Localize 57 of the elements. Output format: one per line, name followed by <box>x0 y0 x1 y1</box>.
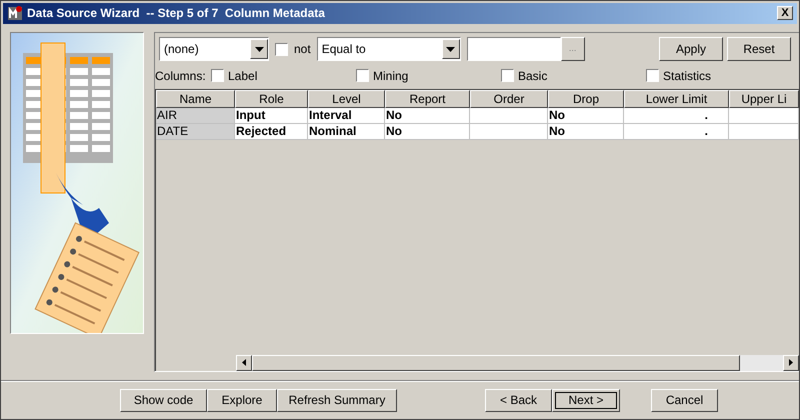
window-title: Data Source Wizard -- Step 5 of 7 Column Metadata <box>27 5 325 22</box>
table-cell: Nominal <box>308 124 385 140</box>
left-arrow-icon <box>242 359 246 366</box>
checkbox[interactable] <box>501 69 514 82</box>
action-button[interactable]: Reset <box>727 37 791 62</box>
table-cell: Rejected <box>235 124 308 140</box>
footer-button[interactable]: Refresh Summary <box>277 388 397 412</box>
table-cell <box>729 108 799 124</box>
scroll-right-button[interactable] <box>783 354 799 371</box>
option-label: Statistics <box>663 68 712 85</box>
operator-select[interactable]: Equal to <box>316 37 461 62</box>
not-label: not <box>294 41 311 58</box>
table-cell: . <box>624 124 729 140</box>
value-field[interactable] <box>466 37 561 62</box>
column-header[interactable]: Upper Li <box>729 90 799 108</box>
right-arrow-icon <box>789 359 793 366</box>
scroll-left-button[interactable] <box>236 354 252 371</box>
column-header[interactable]: Report <box>385 90 470 108</box>
table-cell <box>729 124 799 140</box>
checkbox[interactable] <box>275 42 288 56</box>
footer-button[interactable]: Show code <box>120 388 207 412</box>
columns-label: Columns: <box>155 68 207 85</box>
option-label: Label <box>228 68 258 85</box>
dropdown-button[interactable] <box>442 39 460 60</box>
footer-button[interactable]: < Back <box>485 388 552 412</box>
column-header[interactable]: Role <box>235 90 308 108</box>
table-cell: No <box>385 108 470 124</box>
column-select[interactable]: (none) <box>159 37 269 62</box>
app-icon <box>7 5 23 22</box>
footer-button[interactable]: Next > <box>552 388 620 412</box>
column-header[interactable]: Name <box>156 90 235 108</box>
column-header[interactable]: Order <box>470 90 548 108</box>
select-value: (none) <box>164 41 200 58</box>
footer-button[interactable]: Cancel <box>651 388 718 412</box>
table-cell: No <box>385 124 470 140</box>
caret-icon <box>254 46 264 52</box>
checkbox[interactable] <box>646 69 659 82</box>
checkbox[interactable] <box>356 69 369 82</box>
table-cell: AIR <box>156 108 235 124</box>
table-cell: No <box>548 124 624 140</box>
table-cell: Interval <box>308 108 385 124</box>
close-button[interactable]: X <box>777 6 793 20</box>
column-header[interactable]: Level <box>308 90 385 108</box>
option-label: Mining <box>373 68 408 85</box>
footer-button[interactable]: Explore <box>207 388 277 412</box>
table-cell: No <box>548 108 624 124</box>
checkbox[interactable] <box>211 69 224 82</box>
column-header[interactable]: Drop <box>548 90 624 108</box>
dropdown-button[interactable] <box>250 39 268 60</box>
select-value: Equal to <box>322 41 367 58</box>
action-button[interactable]: Apply <box>659 37 723 62</box>
table-cell: DATE <box>156 124 235 140</box>
table-cell: Input <box>235 108 308 124</box>
option-label: Basic <box>518 68 548 85</box>
table-cell: . <box>624 108 729 124</box>
caret-icon <box>446 46 456 52</box>
column-header[interactable]: Lower Limit <box>624 90 729 108</box>
